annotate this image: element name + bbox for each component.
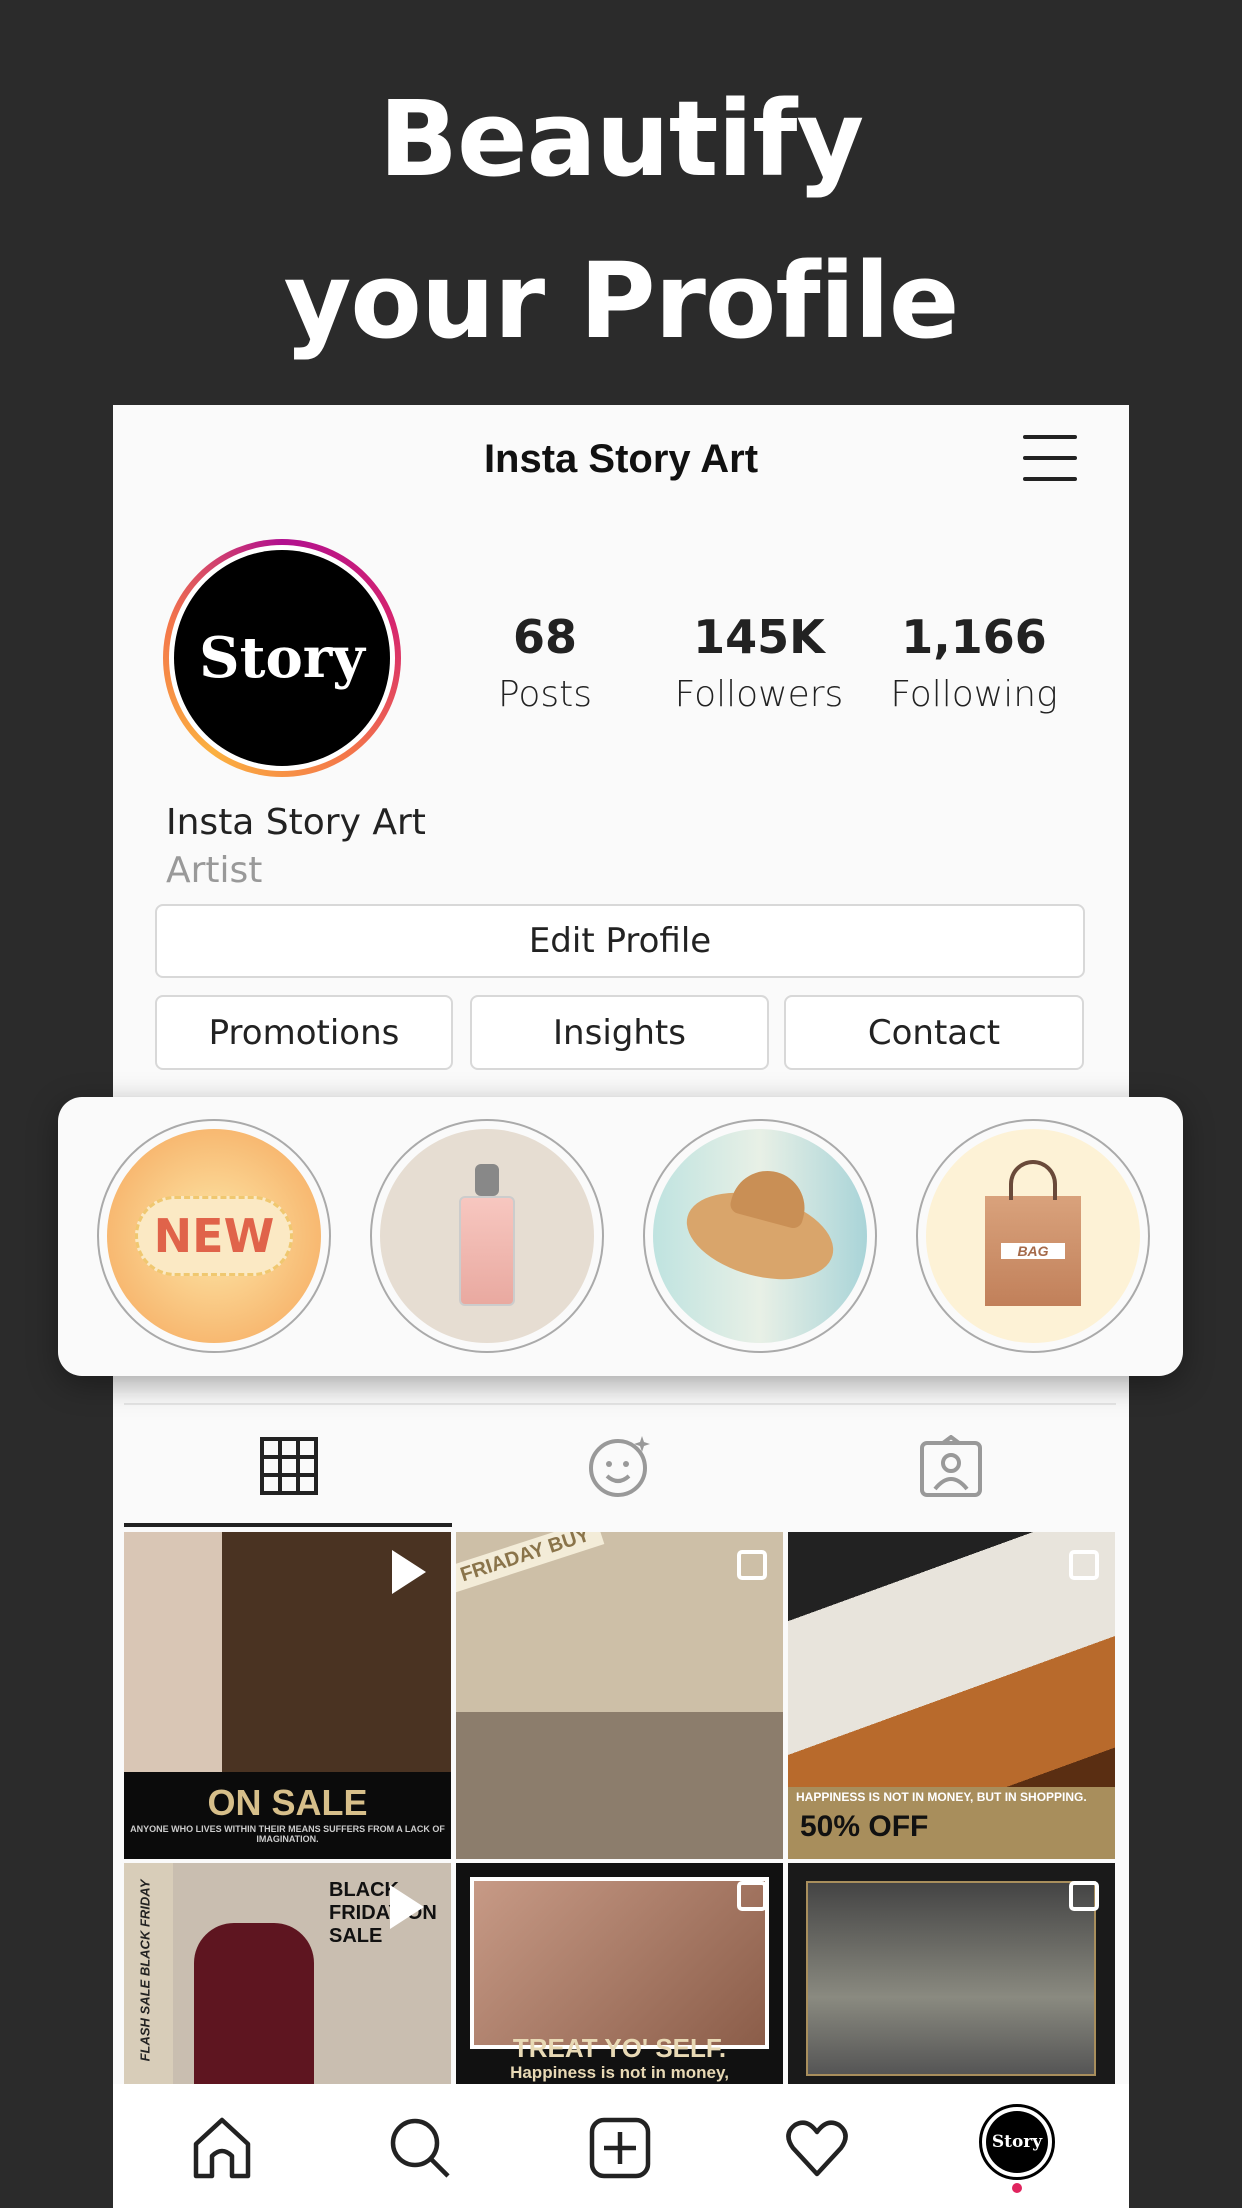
tagged-person-icon [920,1435,982,1497]
story-highlights: NEW BAG [58,1097,1183,1376]
profile-name: Insta Story Art [166,802,426,843]
stat-following[interactable]: 1,166 Following [874,610,1074,715]
video-icon [392,1550,426,1594]
post-subcaption: ANYONE WHO LIVES WITHIN THEIR MEANS SUFF… [130,1824,445,1844]
avatar[interactable]: Story [163,539,401,777]
stat-posts[interactable]: 68 Posts [445,610,645,715]
post-subcaption: FLASH SALE BLACK FRIDAY [137,1879,153,2062]
post-thumbnail[interactable]: HAPPINESS IS NOT IN MONEY, BUT IN SHOPPI… [788,1532,1115,1859]
multiple-posts-icon [737,1550,767,1580]
stat-value: 1,166 [901,610,1047,664]
stat-value: 145K [693,610,825,664]
hamburger-icon[interactable] [1023,435,1077,481]
multiple-posts-icon [1069,1550,1099,1580]
profile-bio: Artist [166,850,263,891]
promotions-button[interactable]: Promotions [155,995,453,1070]
highlight-item[interactable] [370,1119,604,1353]
home-icon[interactable] [190,2116,254,2180]
stat-label: Posts [497,674,593,715]
bag-icon: BAG [985,1160,1081,1306]
post-caption: 50% OFF [800,1810,929,1843]
tab-grid[interactable] [124,1405,454,1527]
headline-line1: Beautify [378,78,864,200]
video-icon [390,1885,424,1929]
post-caption: FRIADAY BUY [456,1532,605,1593]
active-tab-indicator [124,1523,452,1527]
tab-tagged[interactable] [786,1405,1116,1527]
post-subcaption: HAPPINESS IS NOT IN MONEY, BUT IN SHOPPI… [796,1790,1087,1804]
profile-title: Insta Story Art [483,437,759,481]
stat-label: Following [890,674,1058,715]
highlight-label: BAG [1001,1243,1065,1259]
post-subcaption: Happiness is not in money, [510,2063,729,2082]
avatar-text: Story [174,550,390,766]
face-sparkle-icon [589,1436,650,1497]
post-caption: TREAT YO' SELF. [512,2033,727,2063]
post-thumbnail[interactable]: FRIADAY BUY [456,1532,783,1859]
highlight-item[interactable] [643,1119,877,1353]
bottom-nav: Story [113,2084,1129,2208]
profile-nav-avatar[interactable]: Story [979,2104,1055,2180]
stat-followers[interactable]: 145K Followers [659,610,859,715]
headline-line2: your Profile [283,240,960,362]
grid-icon [260,1437,318,1495]
post-thumbnail[interactable]: BLACK FRIDAY ON SALE FLASH SALE BLACK FR… [124,1863,451,2084]
profile-tabs [124,1403,1116,1527]
highlight-label: NEW [134,1196,294,1276]
stat-value: 68 [512,610,577,664]
stat-label: Followers [674,674,844,715]
multiple-posts-icon [737,1881,767,1911]
post-thumbnail[interactable]: ON SALE ANYONE WHO LIVES WITHIN THEIR ME… [124,1532,451,1859]
tab-effects[interactable] [455,1405,785,1527]
contact-button[interactable]: Contact [784,995,1084,1070]
highlight-item[interactable]: NEW [97,1119,331,1353]
hat-icon [677,1162,843,1295]
post-caption: ON SALE [207,1782,368,1823]
heart-icon[interactable] [785,2116,849,2180]
notification-dot [1012,2183,1022,2193]
highlight-item[interactable]: BAG [916,1119,1150,1353]
avatar-text: Story [986,2111,1048,2173]
post-thumbnail[interactable]: TREAT YO' SELF. Happiness is not in mone… [456,1863,783,2084]
post-thumbnail[interactable] [788,1863,1115,2084]
search-icon[interactable] [388,2116,452,2180]
edit-profile-button[interactable]: Edit Profile [155,904,1085,978]
add-post-icon[interactable] [588,2116,652,2180]
perfume-bottle-icon [459,1164,515,1306]
multiple-posts-icon [1069,1881,1099,1911]
insights-button[interactable]: Insights [470,995,769,1070]
